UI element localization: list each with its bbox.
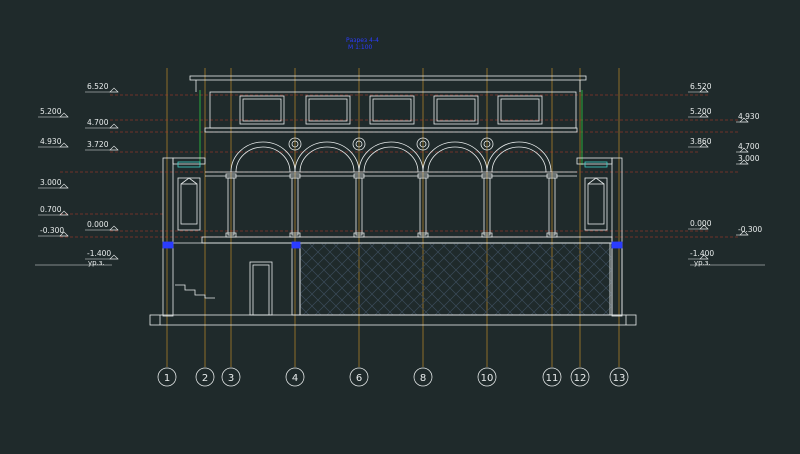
grid-axis-bubble-11: 11 <box>542 367 562 387</box>
level-marker: 0.700 <box>38 205 69 216</box>
grid-axis-label: 12 <box>574 373 587 384</box>
level-marker: 3.000 <box>736 154 760 165</box>
arch <box>230 141 296 173</box>
level-value: 5.200 <box>690 107 712 116</box>
level-marker: 4.930 <box>736 112 760 123</box>
section-drawing: Разрез 4-4 М 1:100 6.5205.2004.7004.930 … <box>35 37 765 387</box>
grid-axis-label: 11 <box>546 373 559 384</box>
grid-axis-bubble-2: 2 <box>195 367 215 387</box>
level-value: 4.930 <box>738 112 760 121</box>
grid-axis-label: 3 <box>228 373 234 384</box>
level-lines <box>60 94 740 238</box>
grid-axis-bubble-4: 4 <box>285 367 305 387</box>
level-marker: 4.930 <box>38 137 69 148</box>
grid-axis-bubble-12: 12 <box>570 367 590 387</box>
level-value: 4.700 <box>738 142 760 151</box>
level-value: 0.700 <box>40 205 62 214</box>
right-ground-label: ур.з. <box>694 259 711 267</box>
grid-axis-lines <box>166 68 620 367</box>
upper-wall <box>209 91 577 129</box>
foundation <box>149 314 637 326</box>
level-marker: -1.400 <box>688 249 714 260</box>
grid-axis-bubble-10: 10 <box>477 367 497 387</box>
arch <box>486 141 552 173</box>
grid-axis-label: 13 <box>613 373 626 384</box>
level-marker: 3.860 <box>688 137 712 148</box>
level-marker: 0.000 <box>688 219 712 230</box>
level-marker: -0.300 <box>736 225 762 236</box>
arch <box>422 141 488 173</box>
level-marker: -1.400 <box>85 249 119 260</box>
level-marker: 3.720 <box>85 140 119 151</box>
level-value: 4.930 <box>40 137 62 146</box>
level-value: 6.520 <box>87 82 109 91</box>
grid-axis-label: 6 <box>356 373 362 384</box>
level-value: -0.300 <box>738 225 762 234</box>
building-section <box>149 75 637 326</box>
level-marker: 6.520 <box>688 82 712 93</box>
floor-slab <box>201 236 613 244</box>
level-marker: 0.000 <box>85 220 119 231</box>
level-marker: 3.000 <box>38 178 69 189</box>
level-value: 3.860 <box>690 137 712 146</box>
level-value: 3.720 <box>87 140 109 149</box>
level-marker: 4.700 <box>736 142 760 153</box>
roof-parapet <box>189 75 587 81</box>
level-value: 5.200 <box>40 107 62 116</box>
level-marker: 5.200 <box>38 107 69 118</box>
grid-axis-bubble-6: 6 <box>349 367 369 387</box>
left-ground-label: ур.з. <box>88 259 105 267</box>
level-value: 6.520 <box>690 82 712 91</box>
grid-axis-bubbles: 1 2 3 4 6 8 10 11 12 13 <box>157 367 629 387</box>
grid-axis-label: 10 <box>481 373 494 384</box>
level-value: -1.400 <box>87 249 111 258</box>
level-marker: 5.200 <box>688 107 712 118</box>
grid-axis-label: 8 <box>420 373 426 384</box>
arch <box>358 141 424 173</box>
grid-axis-label: 2 <box>202 373 208 384</box>
level-marker: -0.300 <box>38 226 69 237</box>
grid-axis-label: 1 <box>164 373 170 384</box>
drawing-title: Разрез 4-4 <box>346 37 379 44</box>
left-level-markers: 6.520 5.200 4.700 4.930 3.720 3.000 0.700 0.000… <box>38 82 119 260</box>
level-marker: 6.520 <box>85 82 119 93</box>
right-level-markers: 6.520 5.200 4.930 4.700 3.860 3.000 0.000 -0.30… <box>688 82 762 260</box>
grid-axis-bubble-8: 8 <box>413 367 433 387</box>
grid-axis-bubble-3: 3 <box>221 367 241 387</box>
drawing-canvas: Разрез 4-4 М 1:100 6.520 5.200 4.700 4.9… <box>0 0 800 450</box>
level-value: -1.400 <box>690 249 714 258</box>
grid-axis-bubble-1: 1 <box>157 367 177 387</box>
grid-axis-label: 4 <box>292 373 298 384</box>
level-marker: 4.700 <box>85 118 119 129</box>
level-value: -0.300 <box>40 226 64 235</box>
stair <box>175 284 215 299</box>
level-value: 0.000 <box>87 220 109 229</box>
drawing-scale: М 1:100 <box>348 44 373 51</box>
basement-hatch <box>299 242 613 316</box>
grid-axis-bubble-13: 13 <box>609 367 629 387</box>
level-value: 3.000 <box>40 178 62 187</box>
level-value: 4.700 <box>87 118 109 127</box>
arch <box>294 141 360 173</box>
level-value: 3.000 <box>738 154 760 163</box>
level-value: 0.000 <box>690 219 712 228</box>
